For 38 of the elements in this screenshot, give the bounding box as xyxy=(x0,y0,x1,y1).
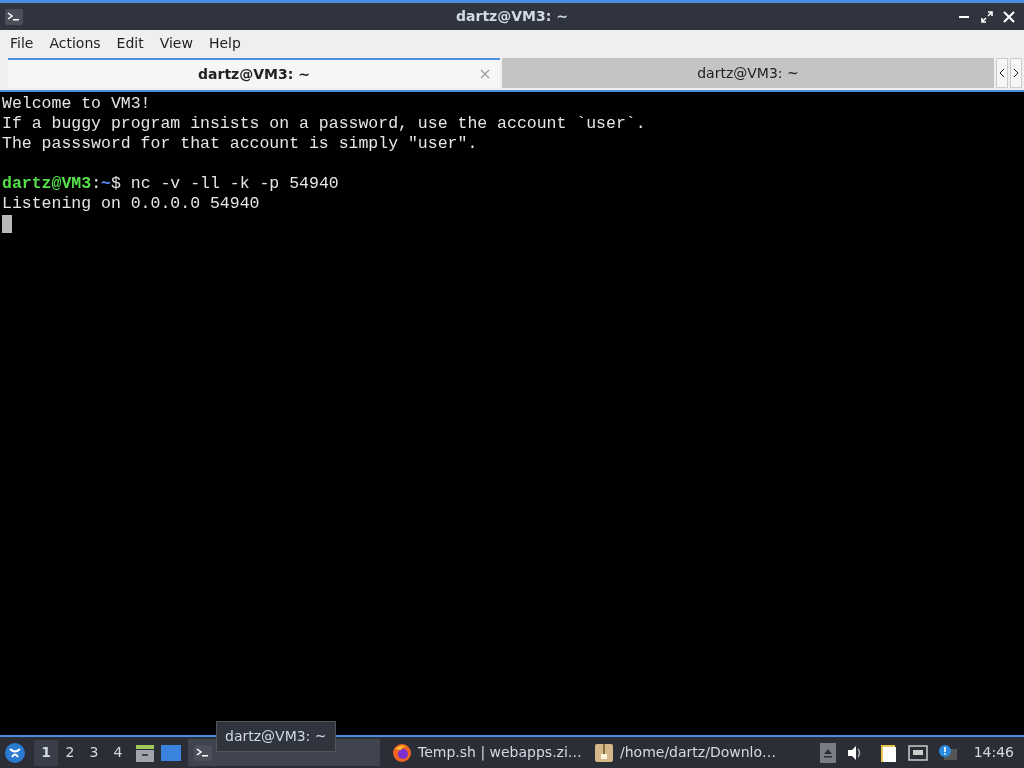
workspace-button[interactable]: 3 xyxy=(82,739,106,766)
network-icon[interactable] xyxy=(907,743,928,762)
package-icon xyxy=(594,742,614,763)
terminal-line: Listening on 0.0.0.0 54940 xyxy=(2,194,261,214)
scroll-right-button[interactable] xyxy=(1010,58,1022,88)
terminal-line: Welcome to VM3! xyxy=(2,94,152,114)
menu-item[interactable]: Help xyxy=(200,32,249,54)
menu-item[interactable]: View xyxy=(151,32,201,54)
terminal-icon xyxy=(5,8,23,25)
tab[interactable]: dartz@VM3: ~ xyxy=(502,58,994,88)
clipboard-icon[interactable] xyxy=(879,742,898,763)
cursor xyxy=(2,215,12,233)
menu-item[interactable]: File xyxy=(2,32,42,54)
start-menu-icon[interactable] xyxy=(4,741,26,764)
menu-item[interactable]: Edit xyxy=(108,32,152,54)
task-button[interactable]: Temp.sh | webapps.zi… xyxy=(384,739,582,766)
maximize-button[interactable] xyxy=(981,10,993,23)
close-tab-icon[interactable] xyxy=(480,69,490,79)
workspace-button[interactable]: 1 xyxy=(34,739,58,766)
eject-icon[interactable] xyxy=(819,742,836,763)
prompt-line: dartz@VM3:~$ nc -v -ll -k -p 54940 xyxy=(2,174,339,194)
terminal-icon xyxy=(194,744,212,761)
workspace-button[interactable]: 2 xyxy=(58,739,82,766)
task-button[interactable]: /home/dartz/Downlo… xyxy=(586,739,784,766)
close-button[interactable] xyxy=(1003,10,1015,23)
clock: 14:46 xyxy=(973,743,1014,762)
tooltip: dartz@VM3: ~ xyxy=(216,721,336,752)
terminal-line: If a buggy program insists on a password, use the account `user`. xyxy=(2,114,647,134)
chevron-left-icon xyxy=(999,68,1005,78)
globe-icon xyxy=(392,742,412,763)
workspace-button[interactable]: 4 xyxy=(106,739,130,766)
tab[interactable]: dartz@VM3: ~ xyxy=(8,58,500,88)
menu-item[interactable]: Actions xyxy=(41,32,109,54)
window-title: dartz@VM3: ~ xyxy=(456,7,568,26)
scroll-left-button[interactable] xyxy=(996,58,1008,88)
alert-icon[interactable] xyxy=(937,743,958,762)
terminal-line: The passsword for that account is simply "user". xyxy=(2,134,479,154)
chevron-right-icon xyxy=(1013,68,1019,78)
